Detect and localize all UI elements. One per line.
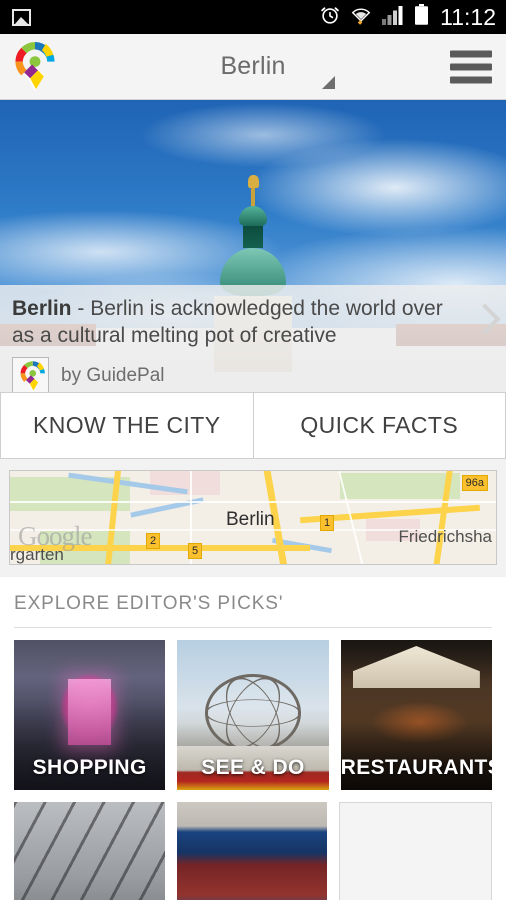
status-bar-right: 11:12	[319, 3, 496, 31]
explore-card-placeholder[interactable]	[339, 802, 493, 900]
image-icon	[12, 8, 31, 26]
map-shield-5: 5	[188, 543, 203, 559]
hero-author-row: by GuidePal	[12, 357, 454, 392]
hamburger-menu-icon[interactable]	[450, 50, 492, 83]
explore-card-row: Ankerklause	[14, 802, 493, 900]
battery-icon	[414, 3, 429, 31]
explore-section: EXPLORE EDITOR'S PICKS' SHOPPING SEE & D…	[0, 577, 506, 900]
hero-author-label: by GuidePal	[61, 364, 165, 386]
explore-card-shopping[interactable]: SHOPPING	[14, 640, 166, 790]
status-bar: 11:12	[0, 0, 506, 34]
map-label-park: rgarten	[10, 545, 64, 564]
section-divider	[14, 627, 492, 628]
map-label-district: Friedrichsha	[398, 527, 492, 546]
map-label-city: Berlin	[226, 509, 275, 530]
tab-quick-facts[interactable]: QUICK FACTS	[253, 392, 506, 459]
explore-card-restaurants[interactable]: RESTAURANTS	[340, 640, 492, 790]
explore-section-title: EXPLORE EDITOR'S PICKS'	[14, 593, 284, 614]
page-title: Berlin	[220, 52, 286, 80]
map-shield-96a: 96a	[461, 475, 488, 491]
status-bar-clock: 11:12	[440, 3, 496, 30]
map-shield-1: 1	[320, 515, 335, 531]
map-shield-2: 2	[146, 533, 161, 549]
tab-row: KNOW THE CITY QUICK FACTS	[0, 392, 506, 459]
hamburger-bar	[450, 63, 492, 70]
explore-card-row: SHOPPING SEE & DO RESTAURANTS	[14, 640, 492, 790]
app-bar: Berlin	[0, 34, 506, 100]
explore-card-ankerklause[interactable]: Ankerklause	[176, 802, 328, 900]
world-clock-sphere-icon	[204, 668, 301, 758]
explore-card-label: RESTAURANTS	[340, 756, 492, 779]
map-section: Google Berlin Friedrichsha rgarten 96a 1…	[0, 459, 506, 565]
hero-banner[interactable]: Berlin - Berlin is acknowledged the worl…	[0, 100, 506, 392]
hero-separator: -	[71, 297, 91, 320]
wifi-icon	[350, 4, 372, 31]
status-bar-left	[12, 8, 31, 26]
guidepal-pin-logo-icon	[12, 357, 49, 392]
tab-know-the-city[interactable]: KNOW THE CITY	[0, 392, 254, 459]
hero-caption: Berlin - Berlin is acknowledged the worl…	[0, 285, 506, 392]
dropdown-corner-icon[interactable]	[322, 76, 335, 89]
hamburger-bar	[450, 76, 492, 83]
explore-card-see-and-do[interactable]: SEE & DO	[177, 640, 329, 790]
explore-card-label: SHOPPING	[32, 756, 147, 779]
explore-card-glass-atrium[interactable]	[14, 802, 165, 900]
app-screen: 11:12 Berlin Berlin - Berlin is acknowle…	[0, 0, 506, 900]
hero-city-name: Berlin	[12, 297, 72, 320]
explore-card-label: SEE & DO	[201, 756, 305, 779]
map-thumbnail[interactable]: Google Berlin Friedrichsha rgarten 96a 1…	[9, 470, 497, 565]
hamburger-bar	[450, 50, 492, 57]
alarm-clock-icon	[319, 4, 341, 31]
hero-description: Berlin - Berlin is acknowledged the worl…	[12, 295, 454, 349]
signal-bars-icon	[381, 4, 405, 31]
